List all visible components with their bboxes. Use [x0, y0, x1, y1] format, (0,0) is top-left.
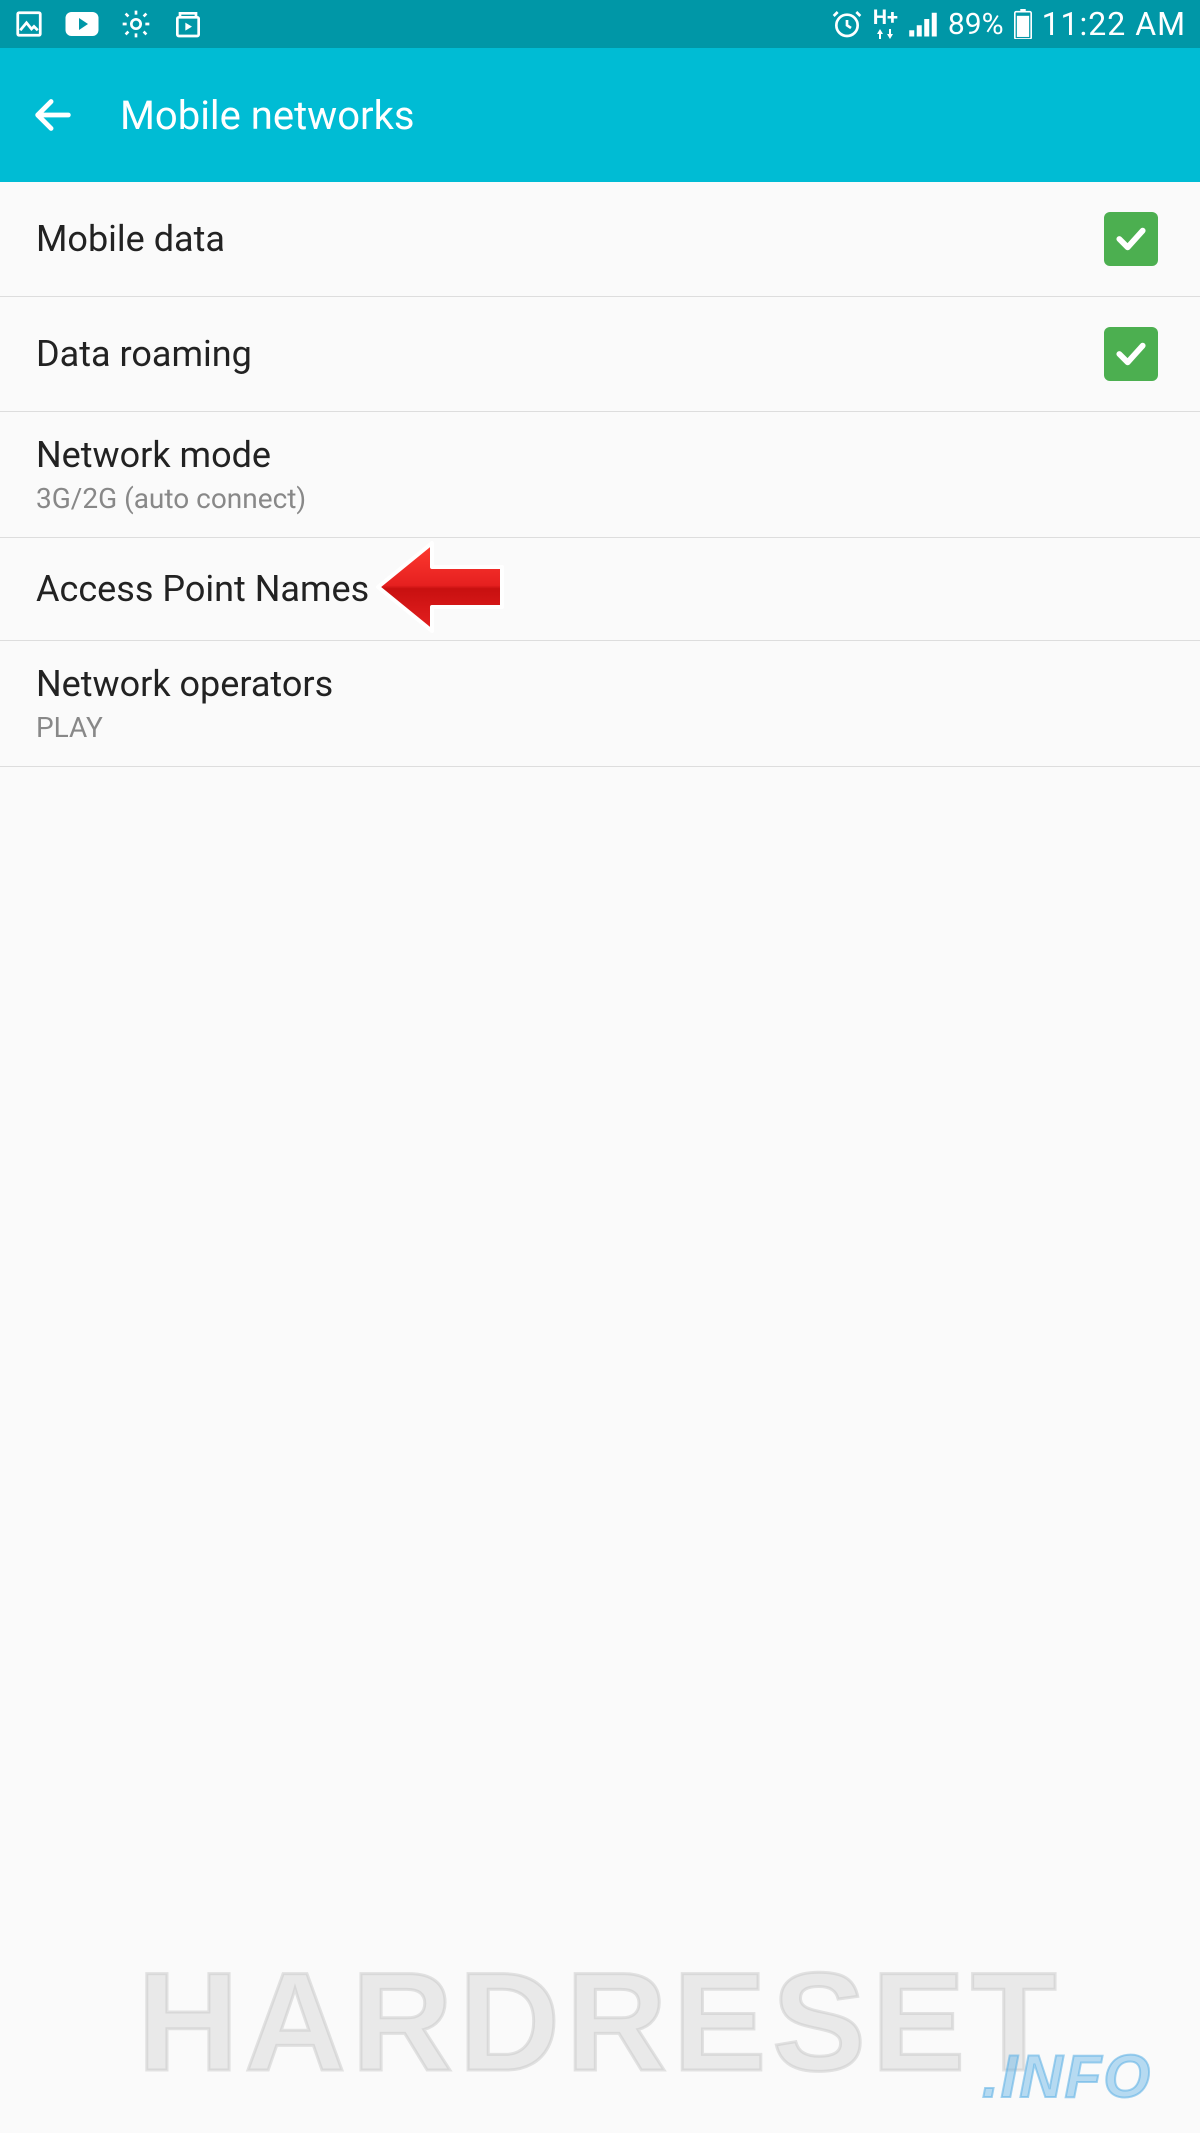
signal-icon	[908, 11, 938, 37]
battery-percent: 89%	[948, 7, 1004, 42]
data-mode-text: H+	[873, 7, 898, 27]
page-title: Mobile networks	[120, 92, 415, 139]
status-bar: H+ 89% 11:22 AM	[0, 0, 1200, 48]
watermark-sub: .INFO	[982, 2042, 1152, 2111]
youtube-icon	[64, 10, 100, 38]
setting-data-roaming[interactable]: Data roaming	[0, 297, 1200, 412]
setting-label: Mobile data	[36, 218, 225, 260]
settings-gear-icon	[120, 8, 152, 40]
app-bar: Mobile networks	[0, 48, 1200, 182]
settings-list: Mobile data Data roaming Network mode 3G…	[0, 182, 1200, 767]
status-left-icons	[14, 8, 204, 40]
annotation-arrow-icon	[370, 537, 510, 641]
setting-mobile-data[interactable]: Mobile data	[0, 182, 1200, 297]
setting-label: Access Point Names	[36, 568, 369, 610]
data-mode-indicator: H+	[873, 7, 898, 41]
setting-access-point-names[interactable]: Access Point Names	[0, 538, 1200, 641]
setting-sublabel: 3G/2G (auto connect)	[36, 482, 306, 515]
setting-network-operators[interactable]: Network operators PLAY	[0, 641, 1200, 767]
setting-label: Data roaming	[36, 333, 252, 375]
setting-network-mode[interactable]: Network mode 3G/2G (auto connect)	[0, 412, 1200, 538]
back-button[interactable]	[30, 92, 76, 138]
status-right: H+ 89% 11:22 AM	[831, 5, 1186, 43]
checkbox-data-roaming[interactable]	[1104, 327, 1158, 381]
setting-label: Network mode	[36, 434, 306, 476]
battery-icon	[1014, 9, 1032, 39]
gallery-icon	[14, 9, 44, 39]
play-store-icon	[172, 8, 204, 40]
setting-label: Network operators	[36, 663, 333, 705]
setting-sublabel: PLAY	[36, 711, 333, 744]
status-time: 11:22 AM	[1042, 5, 1186, 43]
checkbox-mobile-data[interactable]	[1104, 212, 1158, 266]
alarm-icon	[831, 8, 863, 40]
